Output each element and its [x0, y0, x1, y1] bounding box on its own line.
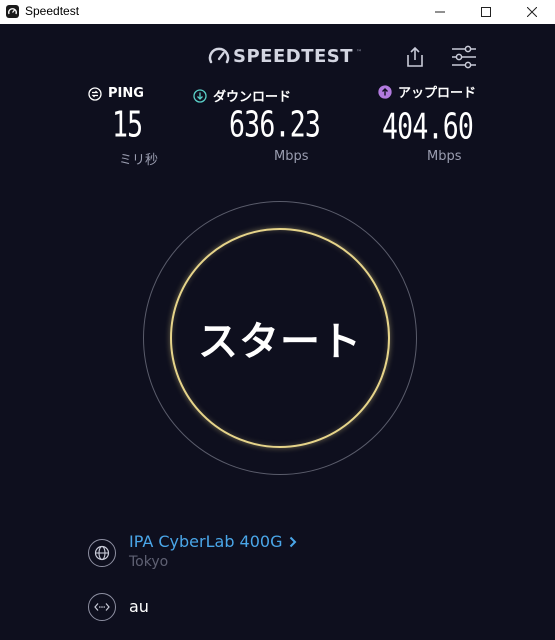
download-arrow-icon: [193, 88, 207, 103]
gauge-logo-icon: [208, 47, 230, 64]
speedtest-app-icon: [6, 5, 19, 18]
minimize-icon: [435, 11, 445, 13]
start-button[interactable]: スタート: [170, 228, 390, 448]
ping-icon: [88, 86, 102, 101]
server-name: IPA CyberLab 400G: [129, 532, 283, 551]
globe-icon: [94, 545, 110, 561]
title-bar: Speedtest: [0, 0, 555, 24]
upload-arrow-icon: [378, 84, 392, 99]
start-label: スタート: [198, 319, 362, 365]
download-header: ダウンロード: [193, 86, 291, 105]
provider-icon-badge: [88, 593, 116, 621]
ping-unit: ミリ秒: [119, 153, 159, 168]
minimize-button[interactable]: [417, 0, 463, 24]
download-label: ダウンロード: [213, 90, 292, 105]
chevron-right-icon: [289, 536, 296, 547]
upload-header: アップロード: [378, 82, 476, 101]
logo-text: SPEEDTEST: [233, 45, 354, 67]
server-location: Tokyo: [129, 554, 169, 570]
logo-trademark: ™: [356, 48, 363, 56]
ping-value: 15: [112, 104, 143, 146]
ping-header: PING: [88, 86, 144, 101]
share-icon: [407, 46, 423, 67]
maximize-icon: [481, 7, 491, 17]
download-unit: Mbps: [274, 149, 309, 164]
speedtest-logo: SPEEDTEST ™: [208, 44, 362, 68]
connection-icon: [94, 603, 110, 611]
upload-label: アップロード: [398, 86, 477, 101]
close-button[interactable]: [509, 0, 555, 24]
server-name-link[interactable]: IPA CyberLab 400G: [129, 532, 297, 551]
upload-value: 404.60: [382, 106, 474, 148]
isp-name: au: [129, 597, 149, 616]
close-icon: [527, 7, 537, 17]
window-title: Speedtest: [25, 4, 80, 18]
settings-button[interactable]: [451, 45, 477, 69]
download-value: 636.23: [229, 104, 321, 146]
settings-sliders-icon: [452, 45, 476, 69]
maximize-button[interactable]: [463, 0, 509, 24]
server-globe-button[interactable]: [88, 539, 116, 567]
share-button[interactable]: [404, 45, 426, 69]
upload-unit: Mbps: [427, 149, 462, 164]
ping-label: PING: [108, 86, 144, 101]
